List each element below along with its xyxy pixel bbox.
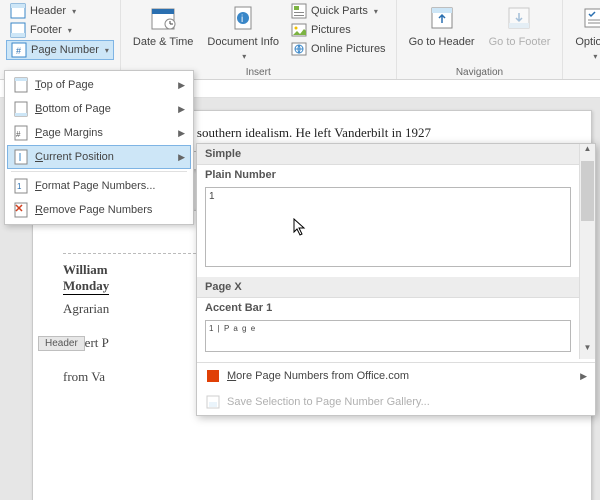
header-button[interactable]: Header ▾ <box>6 2 114 20</box>
dropdown-icon: ▾ <box>593 52 597 61</box>
page-number-button[interactable]: # Page Number ▾ <box>6 40 114 60</box>
dropdown-icon: ▾ <box>68 26 72 35</box>
goto-header-label: Go to Header <box>409 36 475 48</box>
scroll-down-icon[interactable]: ▼ <box>580 343 595 359</box>
office-icon <box>205 368 221 384</box>
menu-remove-page-numbers[interactable]: Remove Page Numbers <box>7 198 191 222</box>
options-label: Options <box>575 36 600 48</box>
remove-numbers-icon <box>13 202 29 218</box>
pictures-label: Pictures <box>311 24 351 36</box>
save-icon <box>205 394 221 410</box>
footer-button[interactable]: Footer ▾ <box>6 21 114 39</box>
online-pictures-button[interactable]: Online Pictures <box>287 40 390 58</box>
page-number-label: Page Number <box>31 44 99 56</box>
doc-line-monday: Monday <box>63 278 109 295</box>
menu-label: age Margins <box>42 127 103 139</box>
submenu-arrow-icon: ▶ <box>178 128 185 139</box>
current-position-icon <box>13 149 29 165</box>
submenu-arrow-icon: ▶ <box>178 152 185 163</box>
navigation-caption: Navigation <box>403 66 557 79</box>
page-number-icon: # <box>11 42 27 58</box>
quick-parts-label: Quick Parts <box>311 5 368 17</box>
footer-label: Footer <box>30 24 62 36</box>
gallery-label-plain: Plain Number <box>197 165 595 183</box>
gallery-heading-simple: Simple <box>197 144 595 165</box>
bottom-of-page-icon <box>13 101 29 117</box>
top-of-page-icon <box>13 77 29 93</box>
svg-text:1: 1 <box>17 182 22 191</box>
goto-footer-button: Go to Footer <box>483 2 557 66</box>
goto-header-button[interactable]: Go to Header <box>403 2 481 66</box>
svg-text:#: # <box>16 130 21 139</box>
quick-parts-icon <box>291 3 307 19</box>
dropdown-icon: ▾ <box>72 7 76 16</box>
date-time-button[interactable]: Date & Time <box>127 2 200 66</box>
menu-bottom-of-page[interactable]: Bottom of Page ▶ <box>7 97 191 121</box>
menu-label: ore Page Numbers from Office.com <box>236 370 409 382</box>
gallery-footer: More Page Numbers from Office.com ▶ Save… <box>197 362 595 415</box>
svg-text:#: # <box>16 46 21 56</box>
document-info-button[interactable]: i Document Info ▾ <box>201 2 285 66</box>
options-button[interactable]: Options ▾ <box>569 2 600 66</box>
page-margins-icon: # <box>13 125 29 141</box>
document-info-label: Document Info <box>207 36 279 48</box>
pictures-icon <box>291 22 307 38</box>
document-info-icon: i <box>229 4 257 32</box>
menu-label: ormat Page Numbers... <box>42 180 156 192</box>
quick-parts-button[interactable]: Quick Parts ▾ <box>287 2 390 20</box>
menu-current-position[interactable]: Current Position ▶ <box>7 145 191 169</box>
calendar-icon <box>149 4 177 32</box>
scroll-track[interactable] <box>580 222 595 343</box>
gallery-more-from-office[interactable]: More Page Numbers from Office.com ▶ <box>197 363 595 389</box>
dropdown-icon: ▾ <box>242 52 246 61</box>
dropdown-icon: ▾ <box>374 7 378 16</box>
menu-label: op of Page <box>41 79 94 91</box>
sample-text: 1 | P a g e <box>209 324 256 333</box>
gallery-item-accent-bar-1[interactable]: 1 | P a g e <box>205 320 571 352</box>
menu-top-of-page[interactable]: Top of Page ▶ <box>7 73 191 97</box>
gallery-scrollbar[interactable]: ▲ ▼ <box>579 144 595 359</box>
group-caption <box>569 66 600 79</box>
scroll-up-icon[interactable]: ▲ <box>580 144 595 160</box>
page-number-gallery: ▲ ▼ Simple Plain Number 1 Page X Accent … <box>196 143 596 416</box>
menu-separator <box>11 171 187 172</box>
online-pictures-icon <box>291 41 307 57</box>
scroll-thumb[interactable] <box>581 161 594 221</box>
goto-header-icon <box>428 4 456 32</box>
goto-footer-label: Go to Footer <box>489 36 551 48</box>
menu-label: emove Page Numbers <box>43 204 152 216</box>
header-label: Header <box>30 5 66 17</box>
menu-page-margins[interactable]: # Page Margins ▶ <box>7 121 191 145</box>
gallery-label-accent: Accent Bar 1 <box>197 298 595 316</box>
menu-label: urrent Position <box>43 151 114 163</box>
format-numbers-icon: 1 <box>13 178 29 194</box>
online-pictures-label: Online Pictures <box>311 43 386 55</box>
gallery-item-plain-number[interactable]: 1 <box>205 187 571 267</box>
sample-caret: 1 <box>209 191 215 202</box>
options-icon <box>580 4 600 32</box>
submenu-arrow-icon: ▶ <box>178 104 185 115</box>
gallery-heading-pagex: Page X <box>197 277 595 298</box>
svg-text:i: i <box>241 14 243 25</box>
goto-footer-icon <box>505 4 533 32</box>
submenu-arrow-icon: ▶ <box>580 371 587 382</box>
group-options: Options ▾ <box>563 0 600 79</box>
group-insert: Date & Time i Document Info ▾ Quick Parts… <box>121 0 397 79</box>
group-navigation: Go to Header Go to Footer Navigation <box>397 0 564 79</box>
menu-label: ottom of Page <box>42 103 111 115</box>
menu-label: Save Selection to Page Number Gallery... <box>227 396 430 408</box>
gallery-save-selection: Save Selection to Page Number Gallery... <box>197 389 595 415</box>
menu-format-page-numbers[interactable]: 1 Format Page Numbers... <box>7 174 191 198</box>
submenu-arrow-icon: ▶ <box>178 80 185 91</box>
header-icon <box>10 3 26 19</box>
header-tag: Header <box>38 336 85 351</box>
pictures-button[interactable]: Pictures <box>287 21 390 39</box>
dropdown-icon: ▾ <box>105 46 109 55</box>
footer-icon <box>10 22 26 38</box>
ribbon: Header▾ Footer▾ # Page Number▾ Date & Ti… <box>0 0 600 80</box>
date-time-label: Date & Time <box>133 36 194 48</box>
page-number-menu: Top of Page ▶ Bottom of Page ▶ # Page Ma… <box>4 70 194 225</box>
group-header-footer: Header▾ Footer▾ # Page Number▾ <box>0 0 121 79</box>
